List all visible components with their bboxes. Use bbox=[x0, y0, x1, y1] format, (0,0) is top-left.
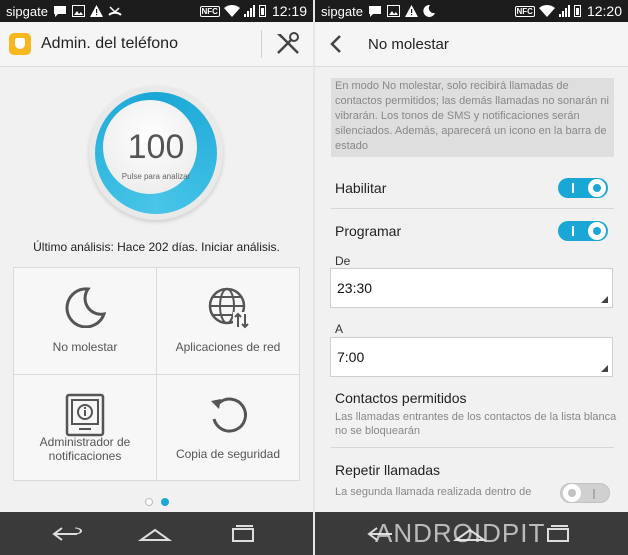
tile-label: No molestar bbox=[52, 340, 118, 354]
row-divider bbox=[331, 208, 614, 209]
right-screen: sipgate NFC 12:20 No molestar En modo No… bbox=[315, 0, 628, 555]
notification-tablet-icon bbox=[65, 393, 105, 437]
repeat-calls-toggle[interactable] bbox=[560, 483, 610, 503]
enable-toggle[interactable] bbox=[558, 178, 608, 198]
moon-icon bbox=[65, 287, 106, 328]
feature-grid: No molestar Aplicaciones de red Administ… bbox=[13, 267, 300, 481]
schedule-toggle[interactable] bbox=[558, 221, 608, 241]
toggle-knob bbox=[563, 484, 581, 502]
scan-hint: Pulse para analizar bbox=[121, 172, 191, 181]
wifi-icon bbox=[538, 5, 555, 17]
enable-label: Habilitar bbox=[335, 180, 387, 196]
toggle-on-mark bbox=[572, 183, 574, 193]
to-time-value: 7:00 bbox=[337, 349, 365, 365]
info-banner: En modo No molestar, solo recibirá llama… bbox=[331, 78, 614, 157]
from-time-select[interactable]: 23:30 bbox=[330, 268, 613, 308]
settings-header: No molestar bbox=[315, 22, 628, 67]
toggle-off-mark bbox=[593, 489, 595, 499]
tile-aplicaciones-de-red[interactable]: Aplicaciones de red bbox=[157, 268, 299, 374]
status-bar: sipgate NFC 12:20 bbox=[315, 0, 628, 22]
schedule-label: Programar bbox=[335, 223, 402, 239]
watermark: ANDROIDPIT bbox=[375, 518, 546, 548]
signal-icon bbox=[243, 5, 255, 17]
row-divider bbox=[331, 447, 614, 448]
tile-label: Copia de seguridad bbox=[175, 447, 281, 461]
clock: 12:20 bbox=[586, 3, 622, 19]
repeat-calls-title: Repetir llamadas bbox=[335, 462, 441, 478]
recent-apps-icon[interactable] bbox=[225, 522, 261, 546]
wifi-icon bbox=[223, 5, 240, 17]
refresh-icon bbox=[211, 397, 248, 433]
chat-icon bbox=[53, 6, 66, 17]
to-label: A bbox=[335, 322, 344, 336]
image-icon bbox=[71, 5, 85, 17]
from-label: De bbox=[335, 254, 351, 268]
allowed-contacts-desc: Las llamadas entrantes de los contactos … bbox=[335, 411, 617, 437]
back-icon[interactable] bbox=[50, 522, 86, 546]
to-time-select[interactable]: 7:00 bbox=[330, 337, 613, 377]
warning-icon bbox=[89, 5, 103, 17]
dropdown-corner-icon bbox=[601, 296, 608, 303]
page-indicator bbox=[0, 493, 313, 511]
navigation-bar bbox=[0, 512, 313, 555]
chat-icon bbox=[368, 6, 381, 17]
tile-copia-de-seguridad[interactable]: Copia de seguridad bbox=[157, 375, 299, 481]
toggle-knob bbox=[588, 179, 606, 197]
allowed-contacts-title: Contactos permitidos bbox=[335, 390, 467, 406]
tile-label: Aplicaciones de red bbox=[175, 340, 281, 354]
repeat-calls-desc: La segunda llamada realizada dentro de bbox=[335, 486, 532, 498]
tile-administrador-de-notificaciones[interactable]: Administrador de notificaciones bbox=[14, 375, 156, 481]
scan-button[interactable]: 100 Pulse para analizar bbox=[89, 86, 223, 220]
navigation-bar: ANDROIDPIT bbox=[315, 512, 628, 555]
recent-apps-icon[interactable] bbox=[540, 522, 576, 546]
home-icon[interactable] bbox=[137, 522, 173, 546]
nfc-icon: NFC bbox=[514, 5, 535, 17]
moon-icon bbox=[423, 5, 435, 17]
battery-icon bbox=[258, 5, 266, 17]
tools-icon[interactable] bbox=[275, 32, 301, 56]
page-dot-active[interactable] bbox=[160, 498, 169, 506]
phone-manager-icon bbox=[9, 33, 31, 55]
page-title: No molestar bbox=[368, 35, 449, 53]
optimization-score: 100 bbox=[127, 128, 185, 166]
globe-icon bbox=[208, 287, 250, 329]
toggle-on-mark bbox=[572, 226, 574, 236]
page-title: Admin. del teléfono bbox=[41, 35, 178, 52]
image-icon bbox=[386, 5, 400, 17]
carrier-label: sipgate bbox=[321, 3, 363, 19]
signal-icon bbox=[558, 5, 570, 17]
clock: 12:19 bbox=[271, 3, 307, 19]
warning-icon bbox=[404, 5, 418, 17]
dropdown-corner-icon bbox=[601, 365, 608, 372]
header-divider bbox=[261, 30, 262, 58]
missed-call-icon bbox=[108, 6, 122, 16]
toggle-knob bbox=[588, 222, 606, 240]
tile-no-molestar[interactable]: No molestar bbox=[14, 268, 156, 374]
tile-label: Administrador de notificaciones bbox=[39, 435, 131, 463]
left-screen: sipgate NFC 12:19 Admin. del teléfono 10… bbox=[0, 0, 313, 555]
nfc-icon: NFC bbox=[199, 5, 220, 17]
page-dot[interactable] bbox=[144, 498, 153, 506]
from-time-value: 23:30 bbox=[337, 280, 373, 296]
back-arrow-icon[interactable] bbox=[329, 34, 343, 54]
battery-icon bbox=[573, 5, 581, 17]
carrier-label: sipgate bbox=[6, 3, 48, 19]
last-scan-text[interactable]: Último análisis: Hace 202 días. Iniciar … bbox=[0, 240, 313, 254]
app-header: Admin. del teléfono bbox=[0, 22, 313, 67]
status-bar: sipgate NFC 12:19 bbox=[0, 0, 313, 22]
